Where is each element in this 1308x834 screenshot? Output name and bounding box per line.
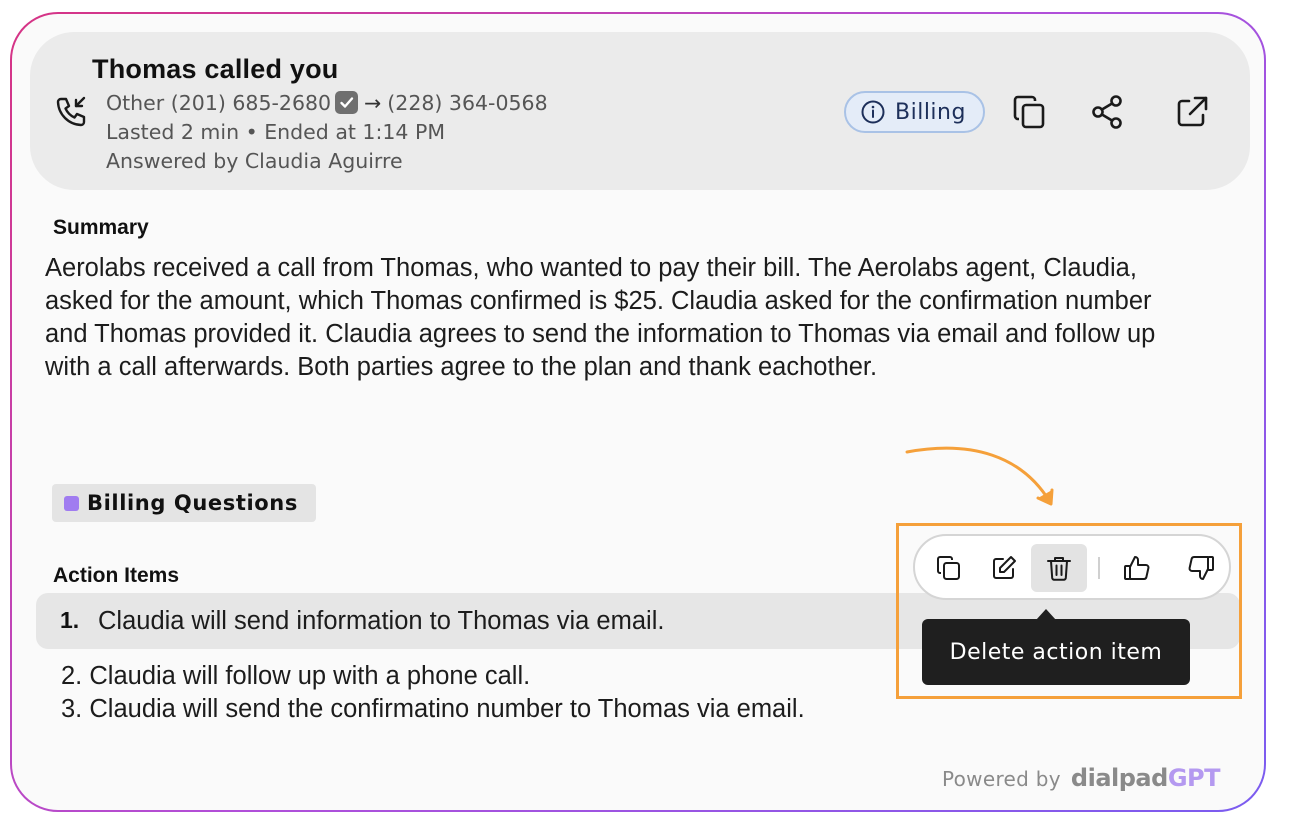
topic-tag[interactable]: Billing Questions <box>52 484 316 522</box>
action-item-text: Claudia will send information to Thomas … <box>98 607 665 635</box>
trash-icon <box>1047 557 1071 581</box>
answered-by: Answered by Claudia Aguirre <box>106 149 403 173</box>
call-numbers: Other (201) 685-2680 → (228) 364-0568 <box>106 91 548 115</box>
powered-by-label: Powered by <box>942 767 1061 791</box>
open-external-button[interactable] <box>1170 90 1214 134</box>
share-icon <box>1092 95 1122 129</box>
meta-separator: • <box>245 120 258 144</box>
incoming-call-icon <box>56 96 86 127</box>
billing-badge-label: Billing <box>895 99 966 125</box>
powered-by: Powered by dialpadGPT <box>942 764 1220 792</box>
verified-check-icon <box>335 91 359 114</box>
summary-heading: Summary <box>53 216 149 239</box>
card-body: Thomas called you Other (201) 685-2680 →(… <box>12 14 1264 810</box>
brand-suffix: GPT <box>1167 764 1221 792</box>
delete-tooltip: Delete action item <box>922 619 1190 685</box>
brand-logo: dialpadGPT <box>1070 764 1221 792</box>
call-header: Thomas called you Other (201) 685-2680 →(… <box>30 32 1250 190</box>
tag-color-dot <box>64 495 79 511</box>
brand-name: dialpad <box>1070 764 1168 792</box>
from-number: (201) 685-2680 <box>170 91 332 115</box>
action-item[interactable]: 2. Claudia will follow up with a phone c… <box>61 660 861 693</box>
line-label: Other <box>106 91 165 115</box>
info-icon <box>861 100 885 124</box>
billing-badge[interactable]: Billing <box>844 91 985 133</box>
share-call-button[interactable] <box>1086 90 1130 134</box>
action-item-list: 2. Claudia will follow up with a phone c… <box>61 660 861 726</box>
action-item-number: 1. <box>60 607 80 633</box>
thumbs-up-button[interactable] <box>1109 544 1165 592</box>
thumbs-down-button[interactable] <box>1173 544 1229 592</box>
thumbs-down-icon <box>1188 556 1214 580</box>
edit-icon <box>993 556 1016 579</box>
copy-icon <box>937 556 960 580</box>
annotation-arrow <box>905 446 1054 506</box>
action-item-text: Claudia will send the confirmatino numbe… <box>89 695 805 723</box>
action-items-heading: Action Items <box>53 564 180 587</box>
action-item-text: Claudia will follow up with a phone call… <box>89 662 531 690</box>
copy-call-button[interactable] <box>1008 90 1052 134</box>
arrow-right-icon: → <box>364 91 382 115</box>
to-number: (228) 364-0568 <box>387 91 548 115</box>
summary-text: Aerolabs received a call from Thomas, wh… <box>45 254 1156 381</box>
action-item-toolbar <box>913 534 1231 600</box>
edit-action-button[interactable] <box>976 544 1032 592</box>
action-item[interactable]: 3. Claudia will send the confirmatino nu… <box>61 693 861 726</box>
action-item-number: 2. <box>61 662 83 690</box>
call-title: Thomas called you <box>92 54 339 84</box>
action-item-number: 3. <box>61 695 83 723</box>
call-ended: Ended at 1:14 PM <box>264 120 446 144</box>
delete-action-button[interactable] <box>1031 544 1087 592</box>
topic-tag-label: Billing Questions <box>87 491 298 515</box>
copy-icon <box>1013 95 1045 129</box>
toolbar-divider <box>1098 557 1100 579</box>
call-summary-card: Thomas called you Other (201) 685-2680 →(… <box>10 12 1266 812</box>
external-link-icon <box>1177 96 1208 127</box>
call-duration: Lasted 2 min <box>106 120 240 144</box>
copy-action-button[interactable] <box>921 544 977 592</box>
thumbs-up-icon <box>1124 556 1150 580</box>
call-duration-line: Lasted 2 min • Ended at 1:14 PM <box>106 120 445 144</box>
